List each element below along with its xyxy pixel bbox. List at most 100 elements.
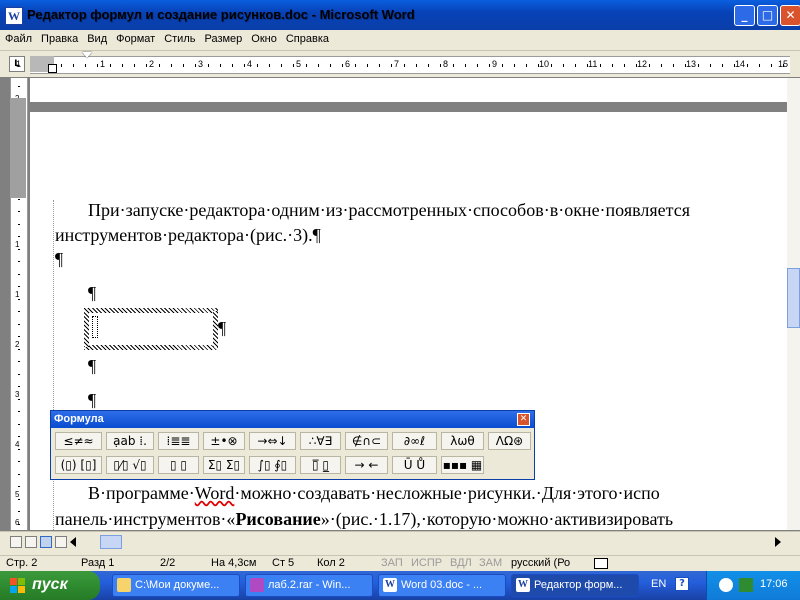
ruler-tick (170, 64, 172, 67)
spelling-status-icon[interactable] (594, 558, 608, 569)
ruler-tick (624, 64, 625, 67)
close-button[interactable]: ✕ (780, 5, 800, 26)
ruler-tick (526, 64, 527, 67)
task-word-03[interactable]: W Word 03.doc - ... (378, 574, 506, 597)
equation-slot[interactable] (92, 316, 98, 338)
ruler-tick (758, 64, 760, 67)
ruler-tick (538, 64, 540, 67)
menu-file[interactable]: Файл (0, 30, 36, 45)
status-record[interactable]: ЗАП (381, 557, 403, 569)
ruler-tick (72, 64, 74, 67)
paragraph-line-2[interactable]: инструментов·редактора·(рис.·3).¶ (55, 225, 321, 246)
ruler-number: 1 (16, 59, 22, 69)
outline-view-icon[interactable] (55, 536, 67, 548)
formula-close-icon[interactable]: ✕ (517, 413, 530, 426)
tray-arrow-icon[interactable] (719, 578, 733, 592)
task-explorer[interactable]: C:\Мои докуме... (112, 574, 240, 597)
formula-toolbar-title[interactable]: Формула (51, 411, 534, 428)
menu-format[interactable]: Формат (111, 30, 159, 45)
start-button[interactable]: пуск (0, 571, 100, 600)
spaces-palette-button[interactable]: ạab ⁞. (106, 432, 154, 450)
misc-symbols-palette-button[interactable]: ∂∞ℓ (392, 432, 437, 450)
status-track-changes[interactable]: ИСПР (411, 557, 442, 569)
scripts-palette-button[interactable]: ▯ ▯ (158, 456, 199, 474)
task-winrar[interactable]: лаб.2.rar - Win... (245, 574, 373, 597)
vruler-tick (18, 373, 20, 375)
menu-edit[interactable]: Правка (36, 30, 82, 45)
operators-palette-button[interactable]: ±•⊗ (203, 432, 245, 450)
ruler-number: 6 (345, 59, 351, 69)
horizontal-scroll-thumb[interactable] (100, 535, 122, 549)
left-indent-marker[interactable] (48, 64, 57, 73)
products-palette-button[interactable]: Ū Ů (392, 456, 437, 474)
fractions-radicals-palette-button[interactable]: ▯⁄▯ √▯ (106, 456, 154, 474)
paragraph-line-4[interactable]: панель·инструментов·«Рисование»·(рис.·1.… (55, 509, 673, 530)
ruler-tick (562, 64, 564, 67)
task-label: лаб.2.rar - Win... (268, 579, 351, 591)
tray-app-icon[interactable] (739, 578, 753, 592)
ruler-tick (134, 64, 135, 67)
embellishments-palette-button[interactable]: ⁞≣≣ (158, 432, 199, 450)
vruler-tick (18, 473, 20, 475)
text-fragment: В·программе· (88, 483, 195, 503)
relations-palette-button[interactable]: ≤≠≈ (55, 432, 102, 450)
ruler-number: 11 (588, 59, 598, 69)
vruler-tick (18, 486, 20, 487)
task-label: Word 03.doc - ... (401, 579, 483, 591)
paragraph-line-1[interactable]: При·запуске·редактора·одним·из·рассмотре… (88, 200, 690, 221)
equation-object[interactable] (84, 311, 218, 347)
vruler-tick (18, 323, 20, 325)
integrals-palette-button[interactable]: ∫▯ ∮▯ (249, 456, 296, 474)
greek-lower-palette-button[interactable]: λωθ (441, 432, 484, 450)
pilcrow-mark: ¶ (88, 390, 97, 410)
logic-palette-button[interactable]: ∴∀∃ (300, 432, 341, 450)
scrollbar-thumb[interactable] (787, 268, 800, 328)
vruler-tick (18, 461, 20, 462)
menu-view[interactable]: Вид (82, 30, 111, 45)
vruler-tick (18, 223, 20, 225)
vruler-tick (18, 448, 20, 450)
matrices-palette-button[interactable]: ▪▪▪ ▦ (441, 456, 484, 474)
text-fragment: ·можно·создавать·несложные·рисунки.·Для·… (234, 483, 660, 503)
arrows-palette-button[interactable]: →⇔↓ (249, 432, 296, 450)
task-formula-editor[interactable]: W Редактор форм... (511, 574, 639, 597)
web-view-icon[interactable] (25, 536, 37, 548)
vruler-tick (18, 211, 20, 212)
task-label: C:\Мои докуме... (135, 579, 220, 591)
vruler-tick (18, 411, 20, 412)
menu-size[interactable]: Размер (199, 30, 246, 45)
menu-style[interactable]: Стиль (159, 30, 199, 45)
normal-view-icon[interactable] (10, 536, 22, 548)
archive-icon (250, 578, 264, 592)
status-page-count: 2/2 (160, 557, 176, 569)
status-extend[interactable]: ВДЛ (450, 557, 472, 569)
minimize-button[interactable]: _ (734, 5, 755, 26)
labeled-arrows-palette-button[interactable]: → ← (345, 456, 388, 474)
paragraph-line-3[interactable]: В·программе·Word·можно·создавать·несложн… (88, 483, 660, 504)
menu-window[interactable]: Окно (246, 30, 281, 45)
scroll-right-icon[interactable] (775, 537, 781, 547)
help-icon[interactable]: ? (675, 577, 689, 591)
ruler-tick (146, 64, 148, 67)
ruler-tick (97, 64, 99, 67)
language-indicator[interactable]: EN (651, 578, 666, 590)
word-app-icon[interactable]: W (5, 7, 23, 25)
ruler-number: 5 (296, 59, 302, 69)
fences-palette-button[interactable]: (▯) [▯] (55, 456, 102, 474)
ruler-number: 14 (735, 59, 746, 69)
horizontal-ruler[interactable]: 1 1 2 3 4 5 6 7 8 9 10 11 12 13 14 15 (16, 56, 790, 74)
page-layout-view-icon[interactable] (40, 536, 52, 548)
first-line-indent-marker[interactable] (82, 52, 92, 58)
vruler-tick (18, 311, 20, 312)
text-fragment: »·(рис.·1.17),·которую·можно·активизиров… (320, 509, 674, 529)
sets-palette-button[interactable]: ∉∩⊂ (345, 432, 388, 450)
greek-upper-palette-button[interactable]: ΛΩ⊛ (488, 432, 531, 450)
maximize-button[interactable]: □ (757, 5, 778, 26)
ruler-number: 1 (100, 59, 106, 69)
bars-palette-button[interactable]: ▯̅ ▯̲ (300, 456, 341, 474)
status-overtype[interactable]: ЗАМ (479, 557, 502, 569)
summation-palette-button[interactable]: Σ▯ Σ▯ (203, 456, 245, 474)
menu-help[interactable]: Справка (281, 30, 333, 45)
scroll-left-icon[interactable] (70, 537, 76, 547)
ruler-tick (575, 64, 576, 67)
